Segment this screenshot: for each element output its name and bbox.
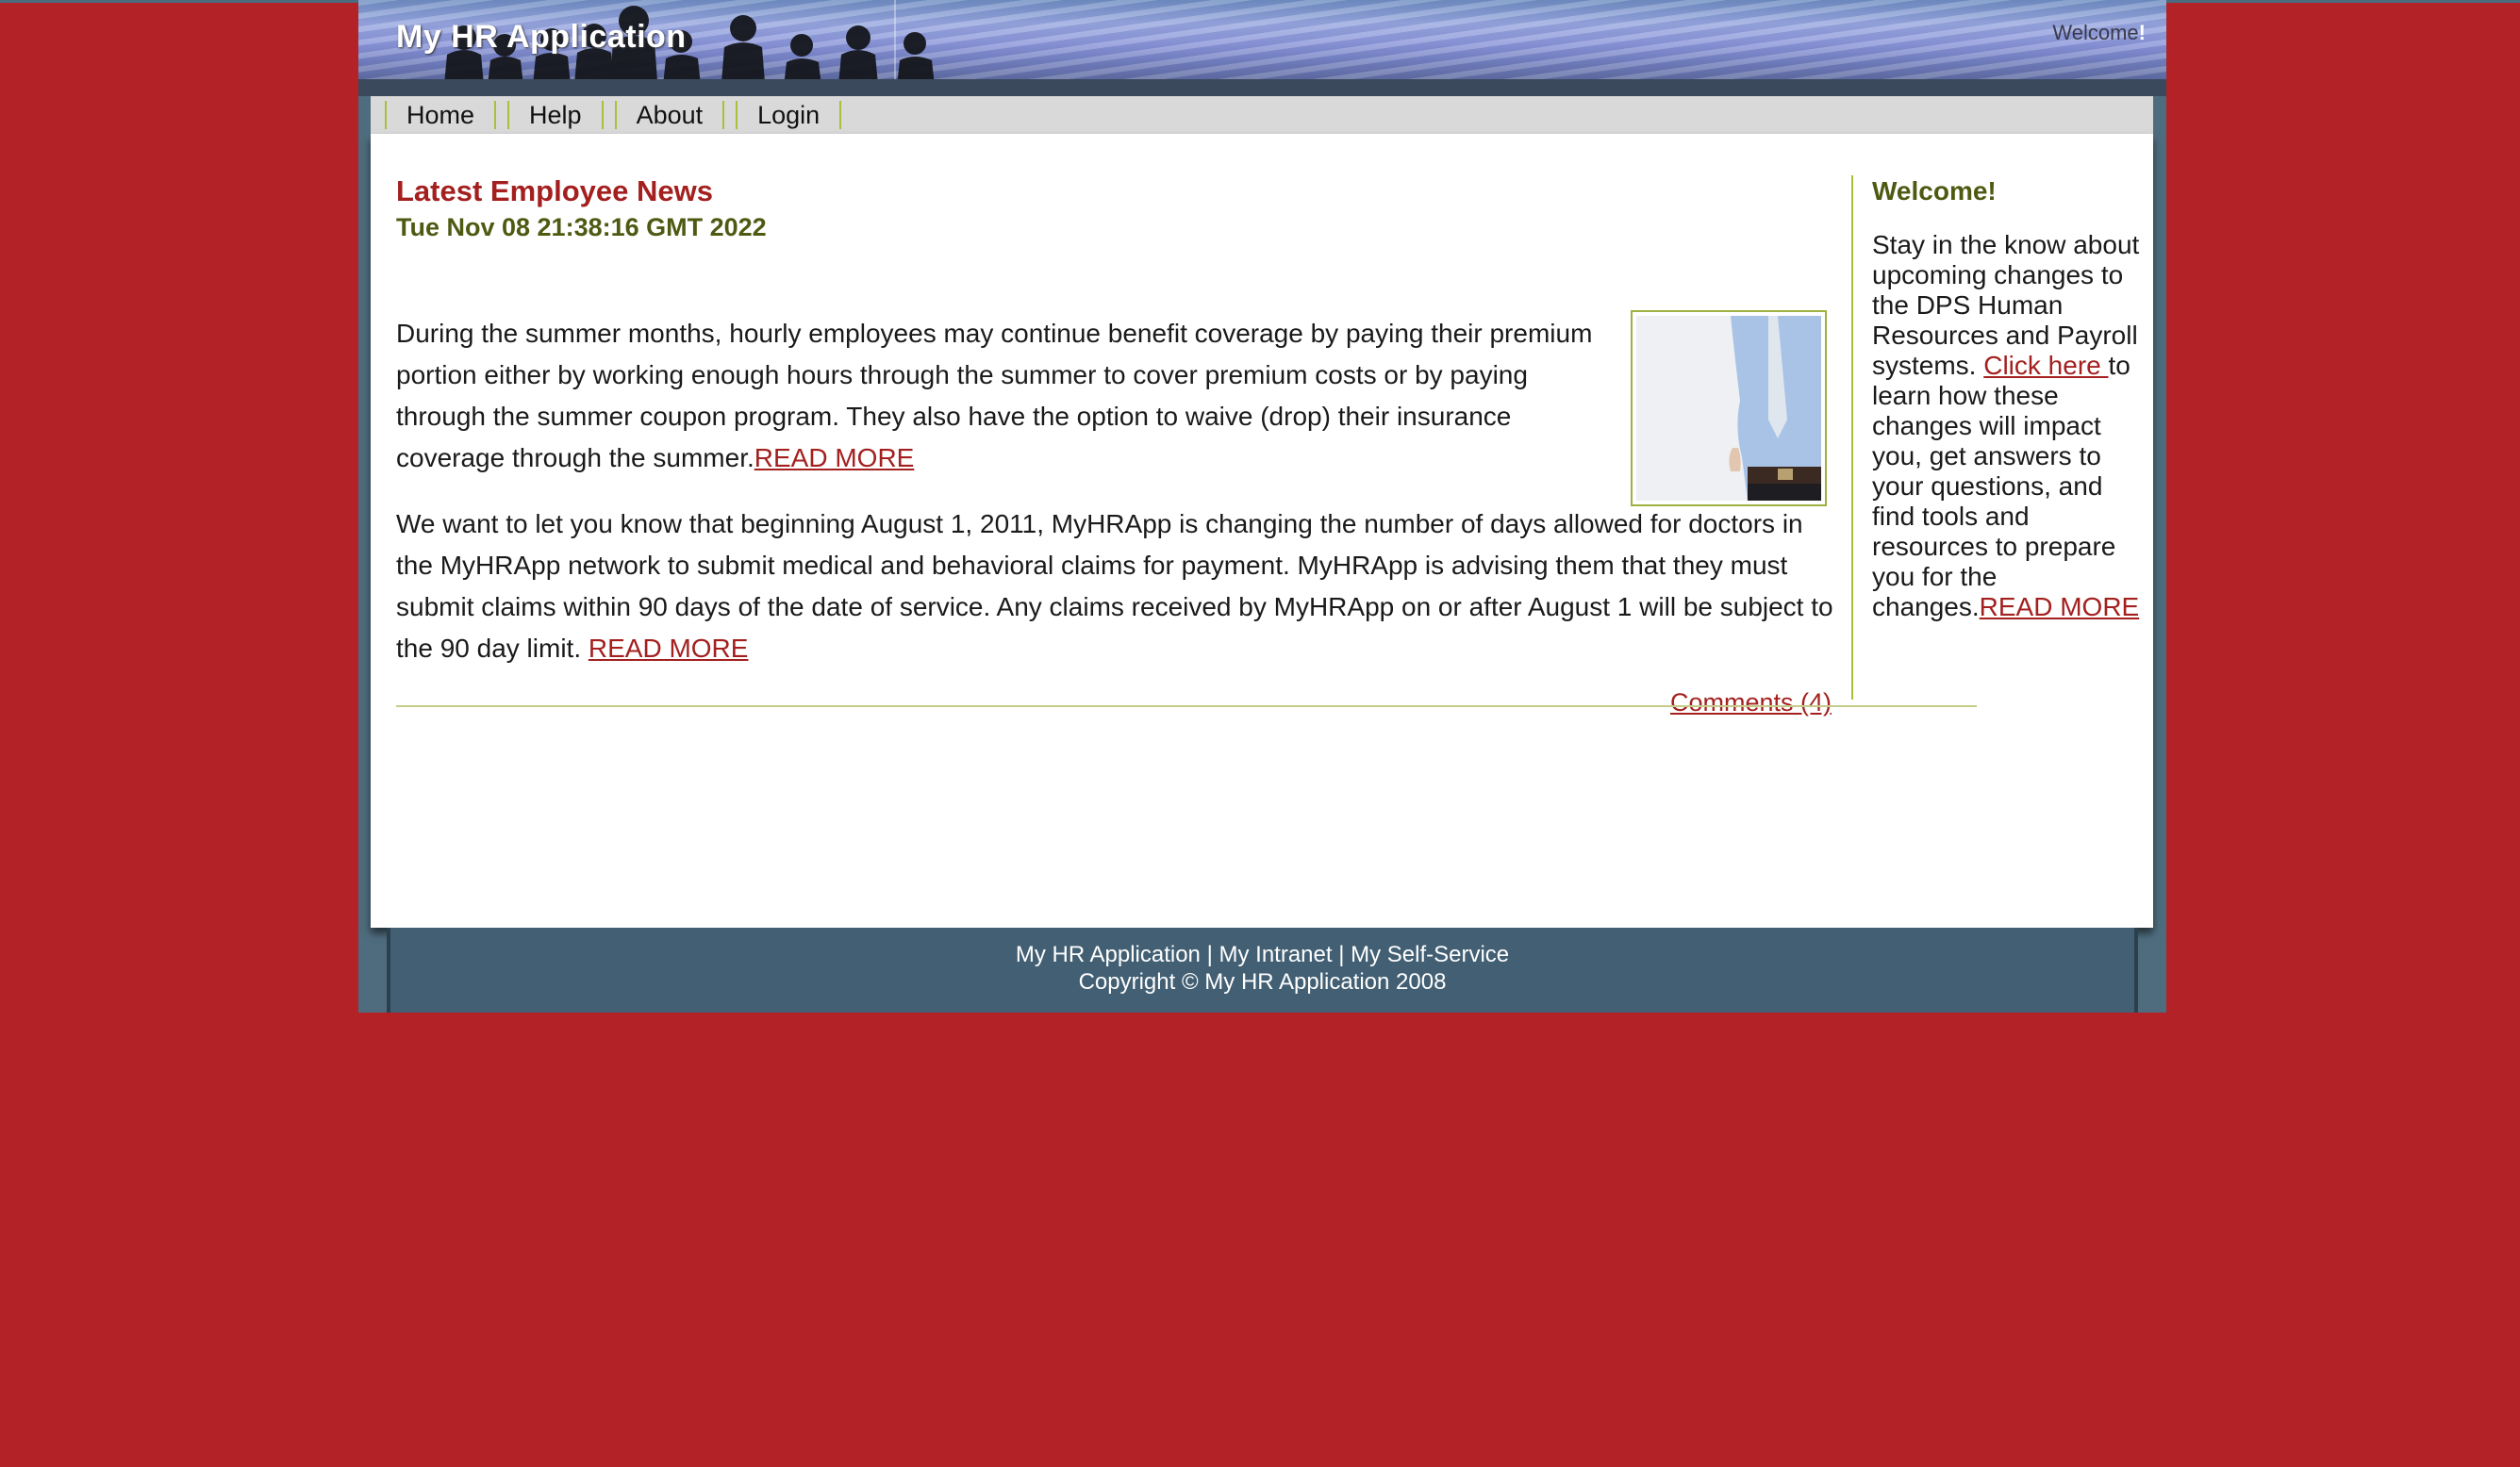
nav-login[interactable]: Login — [736, 101, 842, 129]
sidebar-text-body: to learn how these changes will impact y… — [1872, 351, 2130, 621]
news-title: Latest Employee News — [396, 174, 713, 207]
news-date: Tue Nov 08 21:38:16 GMT 2022 — [396, 213, 767, 241]
welcome-sidebar: Welcome! Stay in the know about upcoming… — [1851, 175, 2144, 700]
footer-separator: | — [1200, 942, 1219, 967]
news-paragraph-1: During the summer months, hourly employe… — [396, 313, 1594, 479]
footer-links: My HR Application | My Intranet | My Sel… — [390, 941, 2134, 968]
footer-separator: | — [1332, 942, 1351, 967]
nav-home[interactable]: Home — [385, 101, 497, 129]
click-here-link[interactable]: Click here — [1983, 351, 2108, 380]
footer-link-self-service[interactable]: My Self-Service — [1351, 942, 1509, 967]
sidebar-read-more-link[interactable]: READ MORE — [1980, 592, 2140, 621]
page-container: My HR Application Welcome! Home Help Abo… — [358, 0, 2166, 1013]
welcome-text: Welcome — [2052, 21, 2139, 44]
welcome-greeting: Welcome! — [2052, 21, 2146, 45]
main-nav: Home Help About Login — [371, 96, 2153, 134]
footer-link-hr-app[interactable]: My HR Application — [1016, 942, 1201, 967]
employee-photo-image — [1636, 316, 1821, 501]
sidebar-text: Stay in the know about upcoming changes … — [1872, 230, 2144, 622]
news-paragraph-1-text: During the summer months, hourly employe… — [396, 319, 1593, 472]
footer: My HR Application | My Intranet | My Sel… — [387, 928, 2138, 1013]
header-banner: My HR Application Welcome! — [358, 0, 2166, 79]
comments-link[interactable]: Comments (4) — [1670, 688, 1832, 717]
sidebar-title: Welcome! — [1872, 176, 1997, 206]
news-paragraph-2: We want to let you know that beginning A… — [396, 503, 1839, 669]
footer-link-intranet[interactable]: My Intranet — [1219, 942, 1332, 967]
app-title: My HR Application — [396, 19, 687, 55]
employee-photo — [1631, 310, 1827, 506]
content-divider — [396, 705, 1977, 707]
footer-copyright: Copyright © My HR Application 2008 — [1078, 969, 1447, 995]
welcome-bang: ! — [2138, 21, 2146, 44]
businessman-image-icon — [1636, 316, 1821, 501]
nav-help[interactable]: Help — [507, 101, 604, 129]
read-more-link-2[interactable]: READ MORE — [589, 634, 749, 663]
news-column: Latest Employee News Tue Nov 08 21:38:16… — [396, 173, 1833, 717]
header-bottom-bar — [358, 79, 2166, 96]
read-more-link-1[interactable]: READ MORE — [754, 443, 915, 472]
nav-about[interactable]: About — [614, 101, 725, 129]
content-area: Latest Employee News Tue Nov 08 21:38:16… — [371, 134, 2153, 928]
